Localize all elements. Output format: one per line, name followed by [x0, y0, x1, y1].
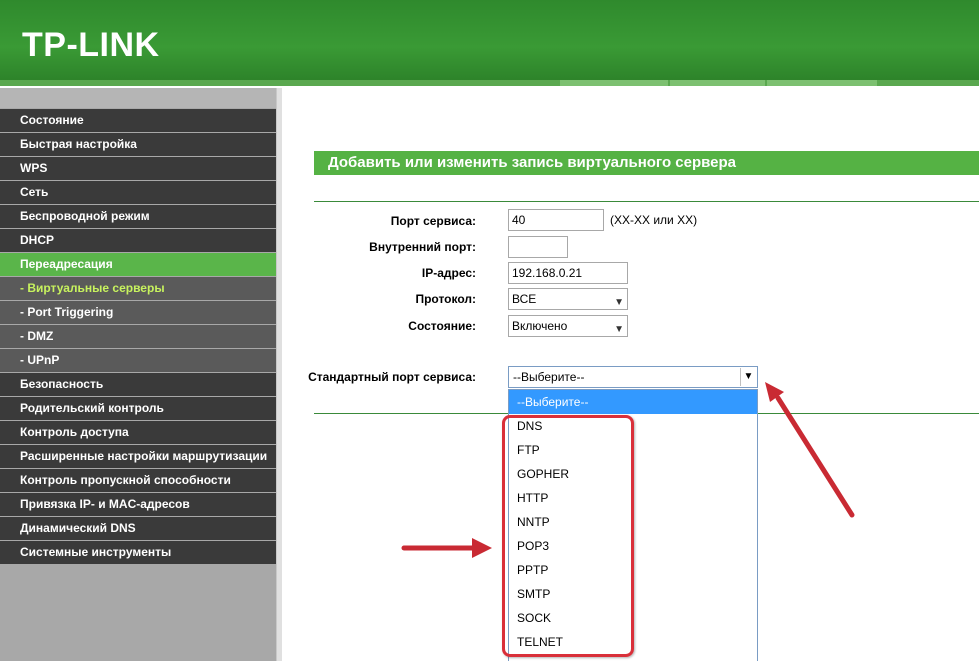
router-admin-page: TP-LINK Состояние Быстрая настройка WPS Сет…	[0, 0, 979, 661]
arrow-right-icon	[401, 538, 492, 558]
arrow-up-left-icon	[765, 382, 855, 518]
annotation-arrows	[401, 382, 855, 558]
